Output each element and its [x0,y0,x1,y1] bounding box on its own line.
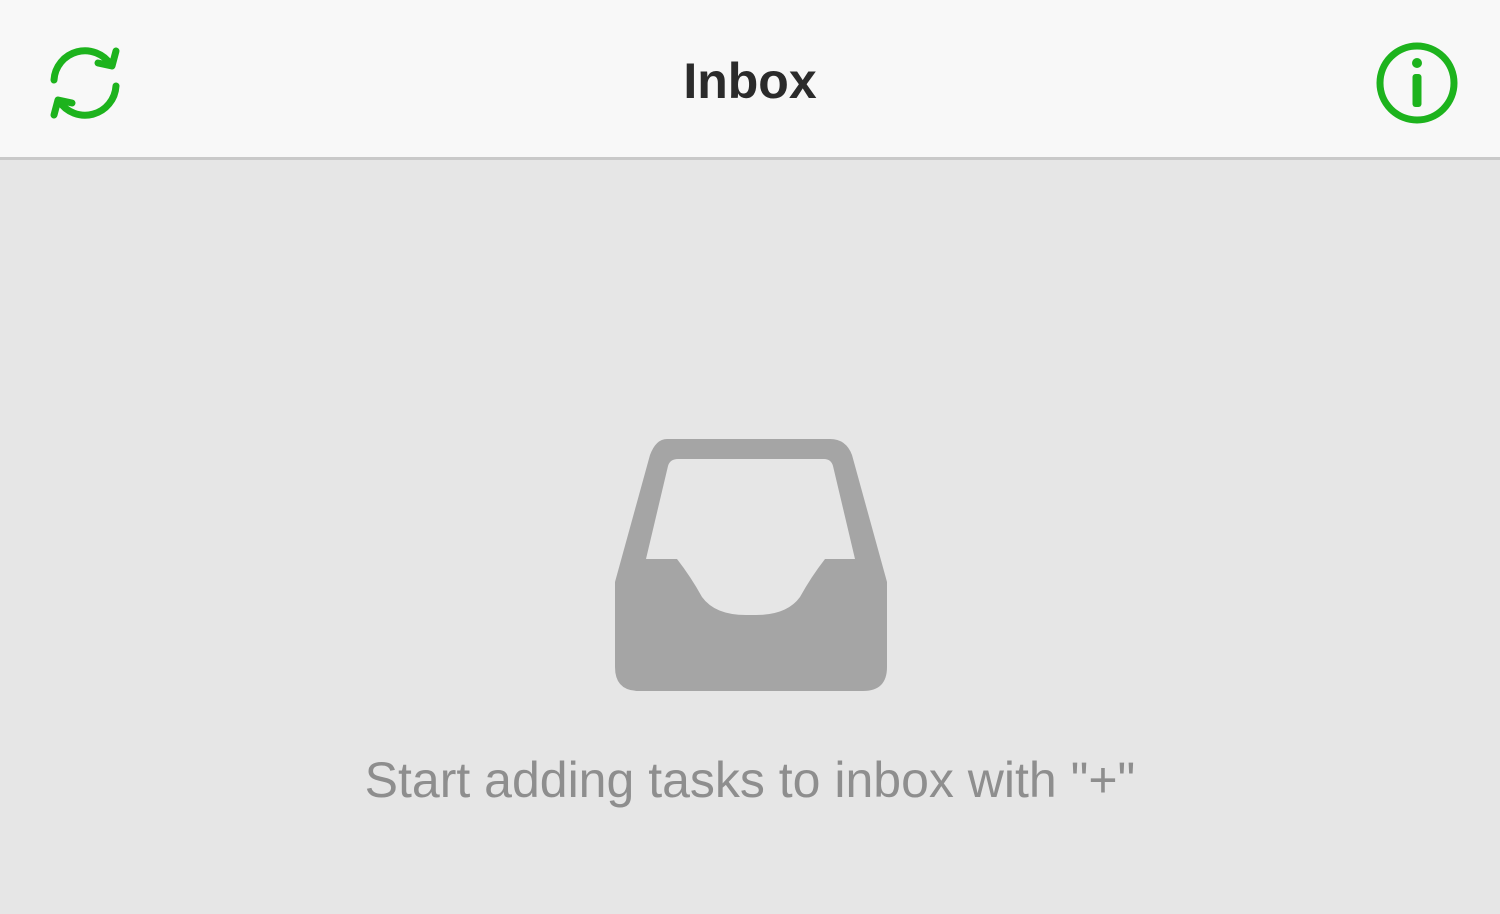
navigation-bar: Inbox [0,0,1500,160]
app-window: Inbox Start adding tasks to inbox with "… [0,0,1500,914]
empty-state-message: Start adding tasks to inbox with "+" [364,752,1136,808]
inbox-tray-icon [615,439,887,691]
info-button[interactable] [1372,38,1462,128]
page-title: Inbox [683,53,817,109]
empty-state: Start adding tasks to inbox with "+" [0,160,1500,914]
info-icon [1376,42,1458,124]
